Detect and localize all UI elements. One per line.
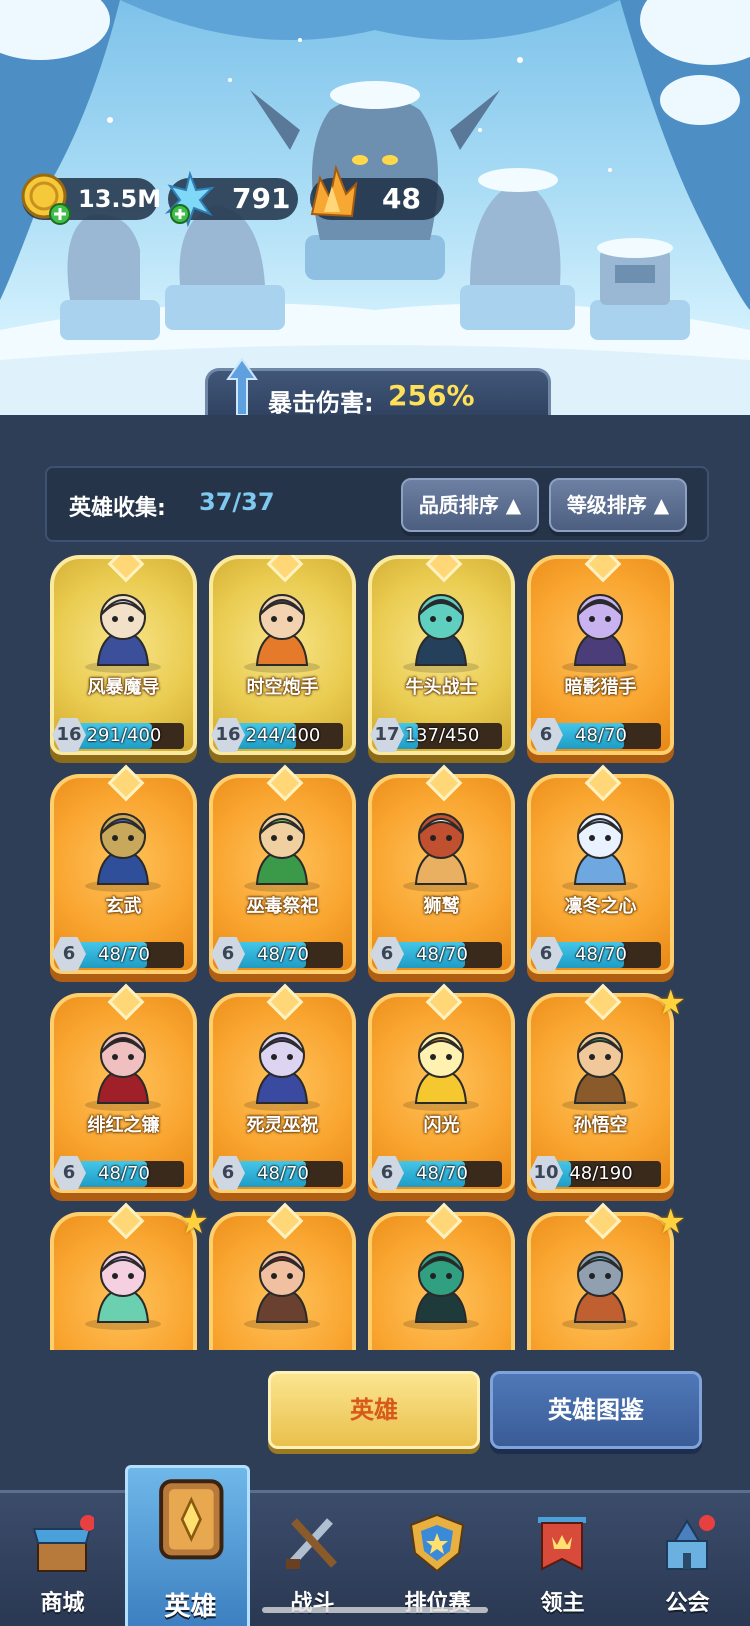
castle-icon [666, 1515, 715, 1570]
nav-item[interactable]: 公会 [625, 1493, 750, 1626]
hero-card[interactable]: 绯红之镰 48/70 6 [50, 983, 197, 1206]
hero-portrait-icon [85, 813, 161, 892]
hero-portrait-icon [562, 1032, 638, 1111]
nav-item-label: 英雄 [164, 1592, 217, 1622]
hero-portrait-icon [244, 1251, 320, 1330]
hero-portrait-icon [562, 813, 638, 892]
nav-item[interactable]: 领主 [500, 1493, 625, 1626]
hero-card[interactable] [209, 1202, 356, 1350]
sort-quality-label: 品质排序 [418, 493, 499, 517]
hero-portrait-icon [244, 594, 320, 673]
nav-item-label: 公会 [665, 1591, 710, 1616]
up-arrow-icon [226, 357, 258, 415]
star-icon: ★ [178, 1202, 209, 1242]
nav-item[interactable]: 英雄 [125, 1465, 250, 1626]
crit-damage-bar: 暴击伤害: 256% [205, 357, 551, 415]
hero-card[interactable]: 风暴魔导 291/400 16 [50, 555, 197, 768]
amber-counter[interactable]: 48 [310, 164, 444, 220]
hero-name: 狮鹫 [423, 896, 460, 917]
hero-card[interactable]: ★ [50, 1202, 209, 1350]
hero-portrait-icon [403, 1251, 479, 1330]
collection-label: 英雄收集: [69, 496, 166, 521]
hero-portrait-icon [562, 594, 638, 673]
gold-counter[interactable]: 13.5M [21, 173, 162, 225]
crit-damage-value: 256% [388, 379, 475, 412]
ice-temple-banner: 13.5M 791 48 暴击伤害: 256% [0, 0, 750, 415]
crit-damage-label: 暴击伤害: [268, 389, 374, 415]
hero-card[interactable]: 闪光 48/70 6 [368, 983, 515, 1206]
hero-card[interactable]: 暗影猎手 48/70 6 [527, 555, 674, 768]
collection-count: 37/37 [199, 488, 275, 516]
hero-portrait-icon [85, 1032, 161, 1111]
crossed-weapons-icon [286, 1518, 337, 1569]
hero-name: 闪光 [423, 1115, 460, 1136]
hero-card[interactable]: ★ [527, 1202, 686, 1350]
sort-level-label: 等级排序 [566, 493, 647, 517]
nav-item-label: 商城 [40, 1591, 85, 1616]
gold-value: 13.5M [78, 185, 162, 213]
hero-card[interactable]: 牛头战士 137/450 17 [368, 555, 515, 768]
amber-shard-icon [310, 164, 358, 218]
hero-portrait-icon [403, 594, 479, 673]
bottom-navigation: 商城 英雄 战斗 排位赛 领主 公会 [0, 1465, 750, 1626]
amber-value: 48 [382, 182, 421, 215]
hero-name: 牛头战士 [405, 677, 478, 698]
gold-coin-icon [21, 173, 71, 225]
ranking-shield-icon [409, 1513, 465, 1573]
ice-crystal-icon [164, 170, 215, 228]
hero-grid: 风暴魔导 291/400 16 时空炮手 244/400 16 牛头战士 137/450 17 暗… [50, 555, 705, 1350]
crystal-counter[interactable]: 791 [164, 170, 298, 228]
hero-name: 风暴魔导 [87, 677, 160, 698]
hero-name: 暗影猎手 [564, 677, 637, 698]
hero-card[interactable] [368, 1202, 515, 1350]
hero-portrait-icon [403, 813, 479, 892]
hero-portrait-icon [85, 1251, 161, 1330]
hero-name: 玄武 [105, 896, 142, 917]
hero-name: 凛冬之心 [564, 896, 637, 917]
banner-icon [538, 1517, 586, 1571]
crystal-value: 791 [232, 182, 291, 215]
nav-item-label: 领主 [540, 1591, 585, 1616]
hero-card-icon [159, 1479, 224, 1560]
hero-name: 孙悟空 [573, 1115, 628, 1136]
sort-by-level-button[interactable]: 等级排序 ▲ [549, 478, 687, 532]
hero-name: 时空炮手 [246, 677, 319, 698]
star-icon: ★ [655, 1202, 686, 1242]
sort-by-quality-button[interactable]: 品质排序 ▲ [401, 478, 539, 532]
hero-portrait-icon [244, 1032, 320, 1111]
hero-codex-button[interactable]: 英雄图鉴 [490, 1371, 702, 1449]
home-indicator [262, 1607, 488, 1613]
hero-card[interactable]: 死灵巫祝 48/70 6 [209, 983, 356, 1206]
hero-portrait-icon [562, 1251, 638, 1330]
hero-name: 绯红之镰 [87, 1115, 160, 1136]
hero-portrait-icon [85, 594, 161, 673]
hero-card[interactable]: 狮鹫 48/70 6 [368, 764, 515, 987]
hero-portrait-icon [403, 1032, 479, 1111]
hero-portrait-icon [244, 813, 320, 892]
nav-item[interactable]: 商城 [0, 1493, 125, 1626]
hero-card[interactable]: 凛冬之心 48/70 6 [527, 764, 674, 987]
triangle-up-icon: ▲ [505, 493, 522, 517]
hero-card[interactable]: ★ 孙悟空 48/190 10 [527, 983, 686, 1206]
triangle-up-icon: ▲ [653, 493, 670, 517]
shop-icon [32, 1515, 94, 1572]
hero-card[interactable]: 巫毒祭祀 48/70 6 [209, 764, 356, 987]
collection-header: 英雄收集: 37/37 品质排序 ▲ 等级排序 ▲ [45, 466, 709, 542]
hero-name: 巫毒祭祀 [246, 896, 319, 917]
hero-card[interactable]: 玄武 48/70 6 [50, 764, 197, 987]
heroes-tab-button[interactable]: 英雄 [268, 1371, 480, 1449]
star-icon: ★ [655, 983, 686, 1023]
hero-card[interactable]: 时空炮手 244/400 16 [209, 555, 356, 768]
hero-name: 死灵巫祝 [246, 1115, 319, 1136]
